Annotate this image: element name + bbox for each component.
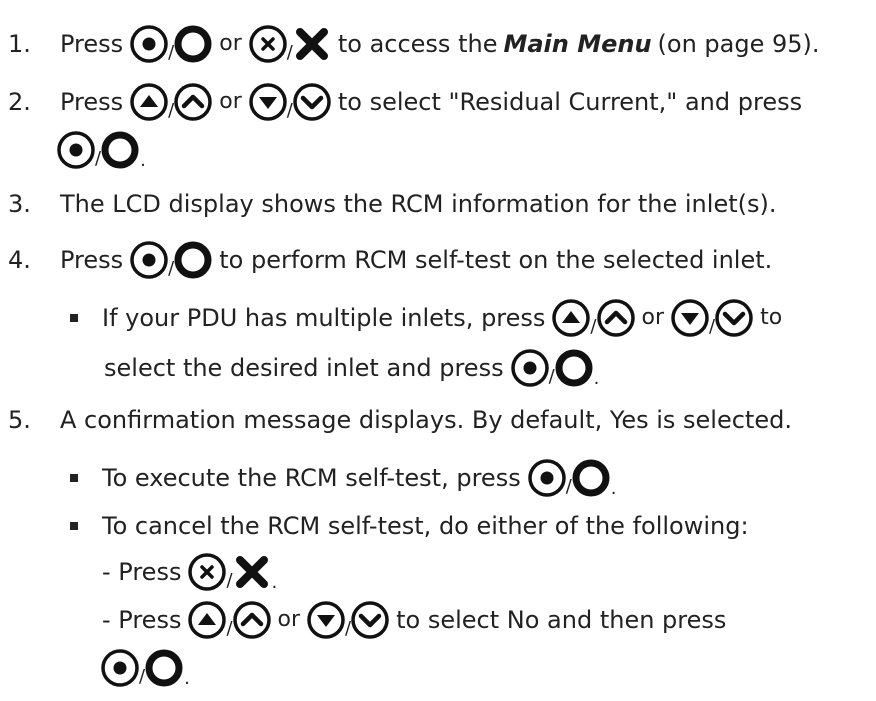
select-pair: / [129, 240, 213, 280]
period: . [271, 572, 278, 593]
bullet-text: To execute the RCM self-test, press [102, 464, 521, 492]
dash-text: - Press [102, 606, 182, 634]
cancel-pair: / [248, 24, 332, 64]
period: . [610, 478, 617, 499]
down-pair: / [670, 298, 754, 338]
step-text: to select "Residual Current," and press [337, 88, 803, 116]
bullet [70, 314, 78, 322]
up-pair: / [129, 82, 213, 122]
or-text: or [641, 305, 665, 330]
down-pair: / [248, 82, 332, 122]
step-text: A confirmation message displays. By defa… [60, 406, 792, 434]
bullet [70, 474, 78, 482]
step-text: Press [60, 88, 124, 116]
select-key-icon [554, 348, 594, 388]
or-text: or [219, 31, 242, 56]
down-button-icon [670, 298, 710, 338]
step-text: to access the [337, 30, 498, 58]
cancel-button-icon [187, 552, 227, 592]
period: . [593, 368, 600, 389]
down-key-icon [350, 600, 390, 640]
bullet [70, 522, 78, 530]
step-number: 2. [8, 88, 31, 116]
up-pair: / [187, 600, 271, 640]
down-pair: / [306, 600, 390, 640]
select-key-icon [144, 648, 184, 688]
up-key-icon [173, 82, 213, 122]
select-pair: / [100, 648, 184, 688]
select-button-icon [129, 24, 169, 64]
main-menu-link[interactable]: Main Menu [503, 32, 651, 56]
dash-text: - Press [102, 558, 182, 586]
down-key-icon [714, 298, 754, 338]
cancel-button-icon [248, 24, 288, 64]
step-number: 4. [8, 246, 31, 274]
page-ref: (on page 95). [657, 30, 820, 58]
up-button-icon [551, 298, 591, 338]
cancel-pair: / [187, 552, 271, 592]
down-key-icon [292, 82, 332, 122]
up-key-icon [596, 298, 636, 338]
select-pair: / [56, 130, 140, 170]
bullet-text: to [760, 305, 783, 330]
select-pair: / [129, 24, 213, 64]
select-button-icon [129, 240, 169, 280]
select-button-icon [510, 348, 550, 388]
bullet-text: If your PDU has multiple inlets, press [102, 304, 546, 332]
step-number: 3. [8, 190, 31, 218]
step-text: to perform RCM self-test on the selected… [219, 246, 773, 274]
step-text: The LCD display shows the RCM informatio… [60, 190, 777, 218]
step-number: 5. [8, 406, 31, 434]
step-text: Press [60, 30, 124, 58]
select-button-icon [527, 458, 567, 498]
bullet-text: To cancel the RCM self-test, do either o… [102, 512, 749, 540]
period: . [184, 668, 190, 689]
select-key-icon [173, 24, 213, 64]
down-button-icon [248, 82, 288, 122]
dash-text: to select No and then press [396, 606, 727, 634]
up-pair: / [551, 298, 635, 338]
cancel-key-icon [232, 552, 272, 592]
select-key-icon [173, 240, 213, 280]
select-pair: / [510, 348, 594, 388]
step-text: Press [60, 246, 124, 274]
up-button-icon [129, 82, 169, 122]
period: . [140, 150, 146, 171]
down-button-icon [306, 600, 346, 640]
up-button-icon [187, 600, 227, 640]
select-button-icon [100, 648, 140, 688]
bullet-text: select the desired inlet and press [104, 354, 504, 382]
or-text: or [219, 89, 242, 114]
select-key-icon [571, 458, 611, 498]
or-text: or [277, 607, 301, 632]
select-button-icon [56, 130, 96, 170]
select-pair: / [527, 458, 611, 498]
cancel-key-icon [292, 24, 332, 64]
step-number: 1. [8, 30, 31, 58]
up-key-icon [232, 600, 272, 640]
select-key-icon [100, 130, 140, 170]
